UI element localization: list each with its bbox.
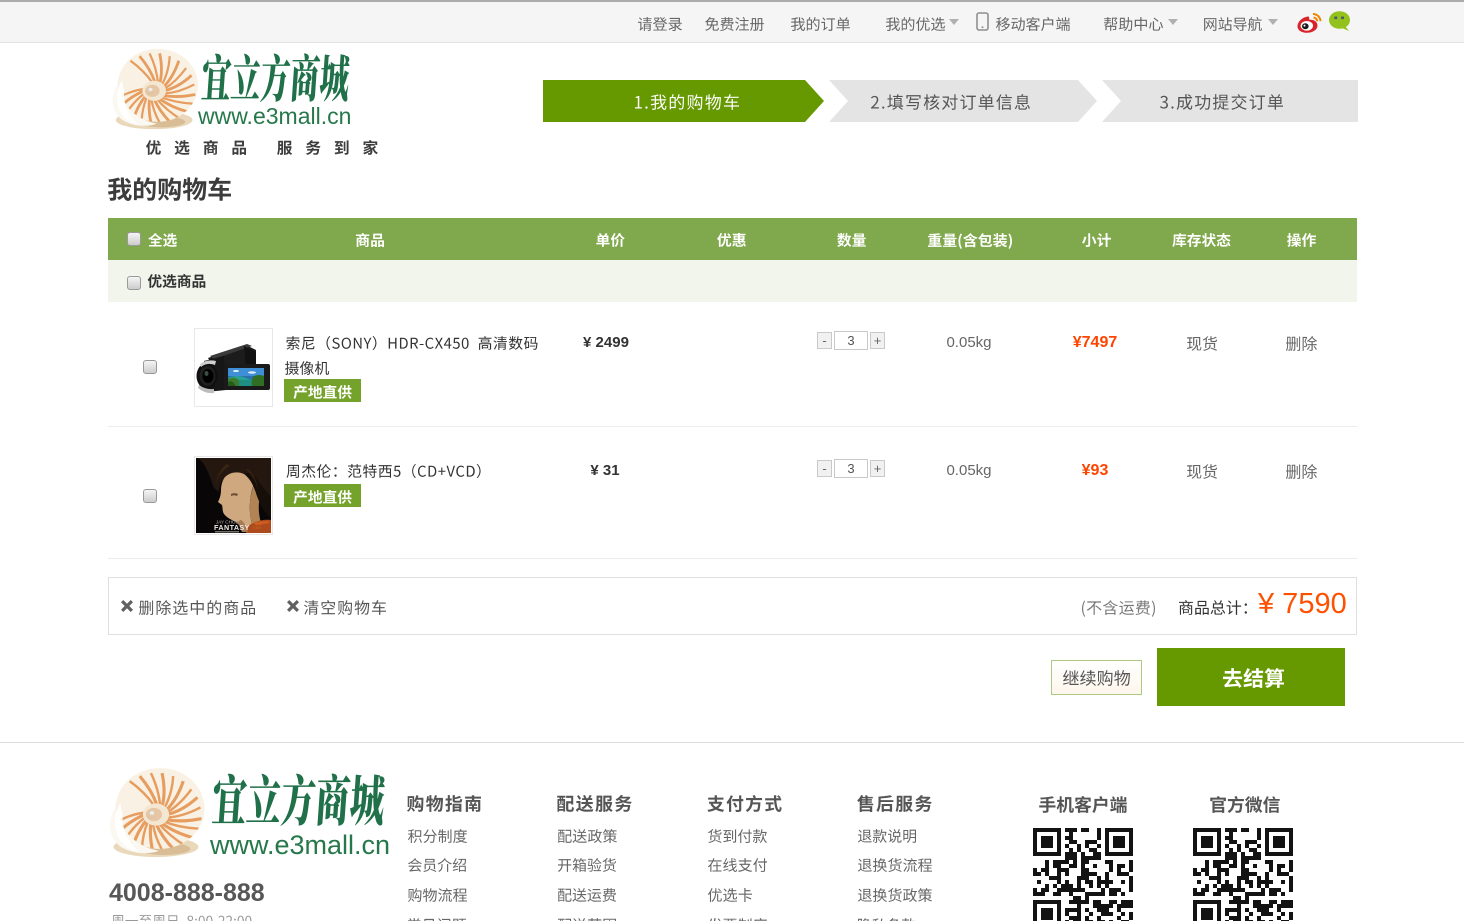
svg-text:FANTASY: FANTASY [214,523,250,532]
svg-text:VNF: VNF [253,525,262,530]
